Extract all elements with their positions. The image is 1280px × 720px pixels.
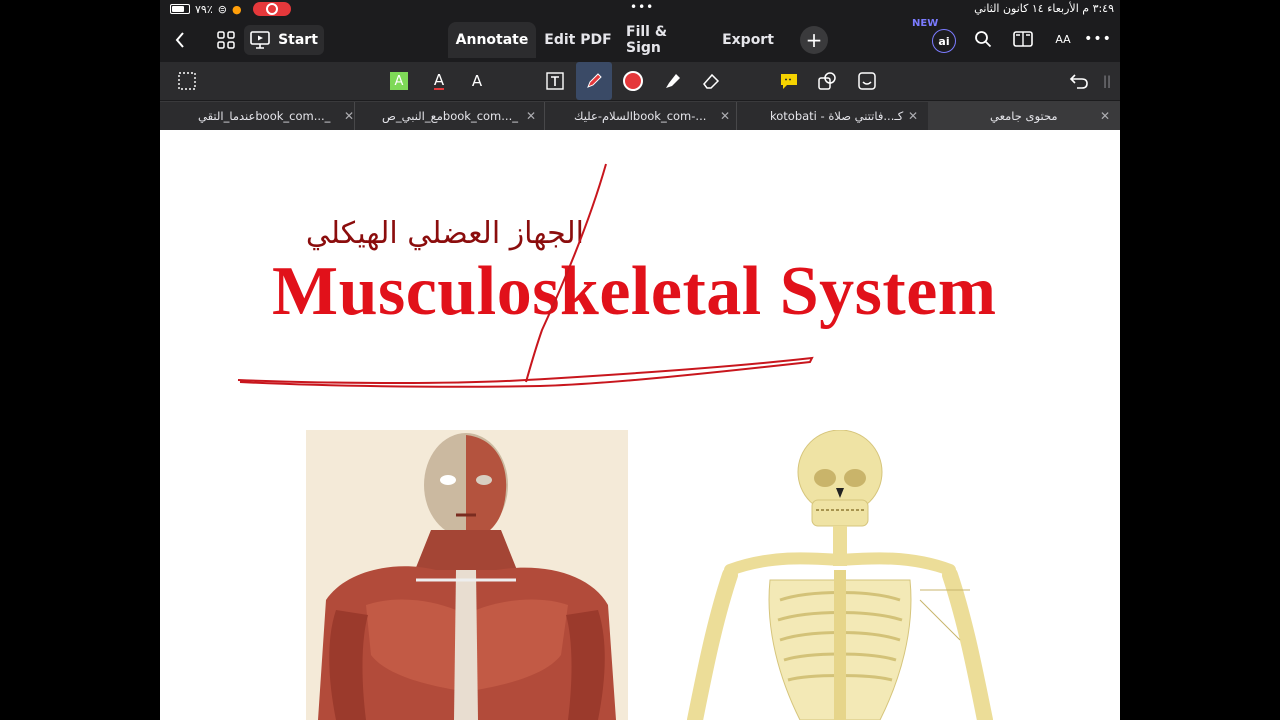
sticker-icon[interactable]	[856, 70, 878, 92]
doc-tab-3[interactable]: السلام-عليكbook_com-... ✕	[544, 102, 737, 130]
more-options-icon[interactable]: •••	[1084, 28, 1111, 50]
close-tab-icon[interactable]: ✕	[908, 109, 918, 123]
close-tab-icon[interactable]: ✕	[344, 109, 354, 123]
pdf-page[interactable]: الجهاز العضلي الهيكلي Musculoskeletal Sy…	[160, 130, 1120, 720]
doc-tab-1[interactable]: عندما_التقيbook_com..._ ✕	[168, 102, 355, 130]
ai-label: ai	[938, 34, 950, 48]
pdf-app-window: ٧٩٪ ⊜ ● ••• ٣:٤٩ م الأربعاء ١٤ كانون الث…	[160, 0, 1120, 720]
document-tabs: عندما_التقيbook_com..._ ✕ مع_النبي_صbook…	[160, 101, 1120, 130]
new-badge: NEW	[912, 18, 939, 29]
ai-assistant-icon[interactable]: ai	[932, 29, 956, 53]
shapes-icon[interactable]	[816, 70, 838, 92]
comment-icon[interactable]	[778, 70, 800, 92]
underline-text-icon[interactable]: A	[428, 70, 450, 92]
close-tab-icon[interactable]: ✕	[1100, 109, 1110, 123]
toolbar-drag-handle-icon[interactable]: ||	[1100, 70, 1114, 92]
grid-view-icon[interactable]	[214, 28, 238, 52]
doc-tab-label: السلام-عليكbook_com-...	[574, 109, 707, 123]
text-size-label: AA	[1055, 32, 1071, 46]
battery-level: ٧٩٪	[195, 2, 213, 16]
add-button[interactable]: +	[800, 26, 828, 54]
annotation-toolbar: A A A ||	[160, 62, 1120, 100]
eraser-icon[interactable]	[700, 70, 722, 92]
highlighter-icon[interactable]	[662, 70, 684, 92]
doc-tab-label: محتوى جامعي	[990, 109, 1058, 123]
status-left: ٧٩٪ ⊜ ●	[170, 2, 291, 16]
search-icon[interactable]	[972, 28, 994, 50]
area-select-icon[interactable]	[176, 70, 198, 92]
orange-dot-icon: ●	[231, 2, 242, 16]
tab-fill-sign[interactable]: Fill & Sign	[626, 22, 706, 58]
screen-recording-indicator[interactable]	[252, 2, 291, 16]
pen-tool-icon[interactable]	[576, 62, 612, 100]
start-presentation-button[interactable]: Start	[244, 25, 324, 55]
battery-icon	[170, 4, 190, 14]
doc-tab-label: مع_النبي_صbook_com..._	[382, 109, 518, 123]
main-toolbar: Start Annotate Edit PDF Fill & Sign Expo…	[160, 18, 1120, 60]
strikethrough-text-icon[interactable]: A	[466, 70, 488, 92]
focus-icon: ⊜	[217, 2, 227, 16]
skeletal-system-illustration	[687, 430, 993, 720]
undo-icon[interactable]	[1068, 70, 1090, 92]
start-label: Start	[278, 32, 318, 48]
pen-color-icon[interactable]	[622, 70, 644, 92]
doc-tab-4[interactable]: kotobati - كـ...فاتتني صلاة ✕	[736, 102, 929, 130]
close-tab-icon[interactable]: ✕	[720, 109, 730, 123]
doc-tab-label: kotobati - كـ...فاتتني صلاة	[770, 109, 904, 123]
multitasking-dots-icon[interactable]: •••	[630, 0, 654, 14]
doc-tab-5-active[interactable]: محتوى جامعي ✕	[928, 102, 1120, 130]
highlight-text-icon[interactable]: A	[388, 70, 410, 92]
doc-tab-label: عندما_التقيbook_com..._	[198, 109, 331, 123]
close-tab-icon[interactable]: ✕	[526, 109, 536, 123]
presentation-icon	[250, 31, 270, 49]
reading-mode-icon[interactable]	[1011, 28, 1035, 50]
text-size-button[interactable]: AA	[1048, 28, 1078, 50]
back-button[interactable]	[170, 26, 190, 54]
tab-export[interactable]: Export	[716, 22, 780, 58]
status-time-date: ٣:٤٩ م الأربعاء ١٤ كانون الثاني	[974, 2, 1114, 15]
tab-annotate[interactable]: Annotate	[448, 22, 536, 58]
text-box-icon[interactable]	[544, 70, 566, 92]
tab-edit-pdf[interactable]: Edit PDF	[540, 22, 616, 58]
muscular-system-illustration	[306, 430, 628, 720]
status-bar: ٧٩٪ ⊜ ● ••• ٣:٤٩ م الأربعاء ١٤ كانون الث…	[160, 0, 1120, 18]
doc-tab-2[interactable]: مع_النبي_صbook_com..._ ✕	[354, 102, 545, 130]
